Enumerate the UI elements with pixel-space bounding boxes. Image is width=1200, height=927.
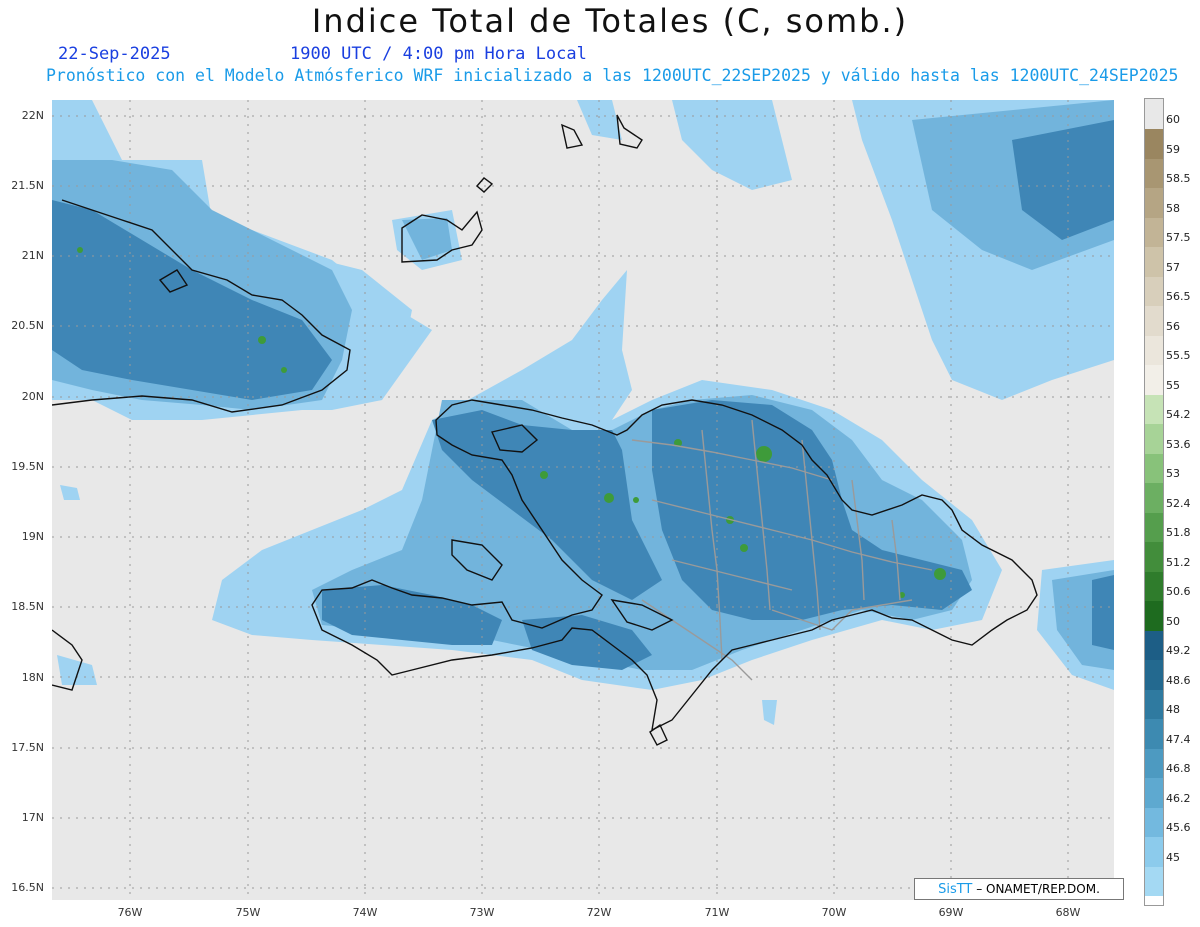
map-svg — [51, 100, 1114, 900]
colorbar-cell — [1145, 276, 1163, 306]
colorbar-cell — [1145, 424, 1163, 454]
colorbar-label: 54.2 — [1166, 408, 1191, 421]
colorbar-cell — [1145, 365, 1163, 395]
colorbar-label: 46.2 — [1166, 791, 1191, 805]
colorbar-label: 51.2 — [1166, 555, 1191, 569]
credit-box: SisTT – ONAMET/REP.DOM. — [914, 878, 1124, 900]
colorbar-cell — [1145, 453, 1163, 483]
lat-label: 19.5N — [11, 460, 44, 473]
colorbar-cell — [1145, 306, 1163, 336]
colorbar-label: 53 — [1166, 467, 1180, 480]
colorbar-label: 52.4 — [1166, 496, 1191, 510]
forecast-date: 22-Sep-2025 — [58, 44, 171, 64]
colorbar-label: 48.6 — [1166, 673, 1191, 687]
colorbar-label: 56 — [1166, 319, 1180, 333]
lat-label: 18N — [21, 671, 44, 684]
colorbar-label: 53.6 — [1166, 437, 1191, 451]
lon-label: 69W — [938, 906, 964, 919]
forecast-time: 1900 UTC / 4:00 pm Hora Local — [290, 44, 587, 64]
colorbar-cell — [1145, 394, 1163, 424]
colorbar-cell — [1145, 778, 1163, 808]
lat-label: 19N — [21, 530, 44, 543]
colorbar-cell — [1145, 158, 1163, 188]
lat-label: 16.5N — [11, 881, 44, 894]
colorbar-cell — [1145, 483, 1163, 513]
colorbar-label: 55.5 — [1166, 349, 1191, 362]
colorbar-cell — [1145, 129, 1163, 159]
lon-label: 76W — [117, 906, 143, 919]
colorbar-label: 45.6 — [1166, 821, 1191, 834]
lon-label: 71W — [704, 906, 730, 919]
colorbar-label: 58.5 — [1166, 172, 1191, 185]
colorbar-label: 50.6 — [1166, 585, 1191, 598]
lon-label: 74W — [352, 906, 378, 919]
colorbar-label: 51.8 — [1166, 526, 1191, 539]
colorbar-cell — [1145, 807, 1163, 837]
colorbar-cell — [1145, 837, 1163, 867]
colorbar-cell — [1145, 542, 1163, 572]
lat-label: 21.5N — [11, 179, 44, 192]
lon-label: 75W — [235, 906, 261, 919]
lon-label: 72W — [586, 906, 612, 919]
lat-label: 17.5N — [11, 741, 44, 754]
credit-text: – ONAMET/REP.DOM. — [972, 882, 1100, 896]
colorbar-label: 55 — [1166, 378, 1180, 392]
colorbar-cell — [1145, 188, 1163, 218]
lat-label: 20.5N — [11, 319, 44, 332]
colorbar — [1144, 98, 1164, 906]
colorbar-top-cap — [1145, 99, 1163, 129]
colorbar-label: 50 — [1166, 614, 1180, 628]
colorbar-cell — [1145, 689, 1163, 719]
colorbar-label: 56.5 — [1166, 290, 1191, 303]
lat-label: 18.5N — [11, 600, 44, 613]
colorbar-label: 58 — [1166, 201, 1180, 215]
colorbar-cell — [1145, 660, 1163, 690]
colorbar-cell — [1145, 719, 1163, 749]
colorbar-cell — [1145, 601, 1163, 631]
colorbar-label: 46.8 — [1166, 762, 1191, 775]
colorbar-cell — [1145, 630, 1163, 660]
lat-label: 20N — [21, 390, 44, 403]
colorbar-cell — [1145, 512, 1163, 542]
sistt-logo: SisTT — [938, 882, 973, 897]
lon-label: 70W — [821, 906, 847, 919]
colorbar-cell — [1145, 748, 1163, 778]
forecast-subtitle: Pronóstico con el Modelo Atmósferico WRF… — [46, 66, 1179, 85]
colorbar-label: 47.4 — [1166, 732, 1191, 746]
colorbar-label: 48 — [1166, 703, 1180, 716]
colorbar-cell — [1145, 571, 1163, 601]
colorbar-cell — [1145, 866, 1163, 896]
colorbar-label: 57 — [1166, 260, 1180, 274]
colorbar-cell — [1145, 247, 1163, 277]
colorbar-label: 49.2 — [1166, 644, 1191, 657]
colorbar-cell — [1145, 217, 1163, 247]
weather-map — [51, 100, 1114, 900]
colorbar-cell — [1145, 335, 1163, 365]
map-title: Indice Total de Totales (C, somb.) — [311, 2, 909, 40]
colorbar-label: 59 — [1166, 142, 1180, 156]
lat-label: 21N — [21, 249, 44, 262]
lat-label: 22N — [21, 109, 44, 122]
lat-label: 17N — [21, 811, 44, 824]
colorbar-label: 45 — [1166, 850, 1180, 864]
colorbar-label: 60 — [1166, 113, 1180, 126]
lon-label: 68W — [1055, 906, 1081, 919]
lon-label: 73W — [469, 906, 495, 919]
colorbar-label: 57.5 — [1166, 231, 1191, 244]
